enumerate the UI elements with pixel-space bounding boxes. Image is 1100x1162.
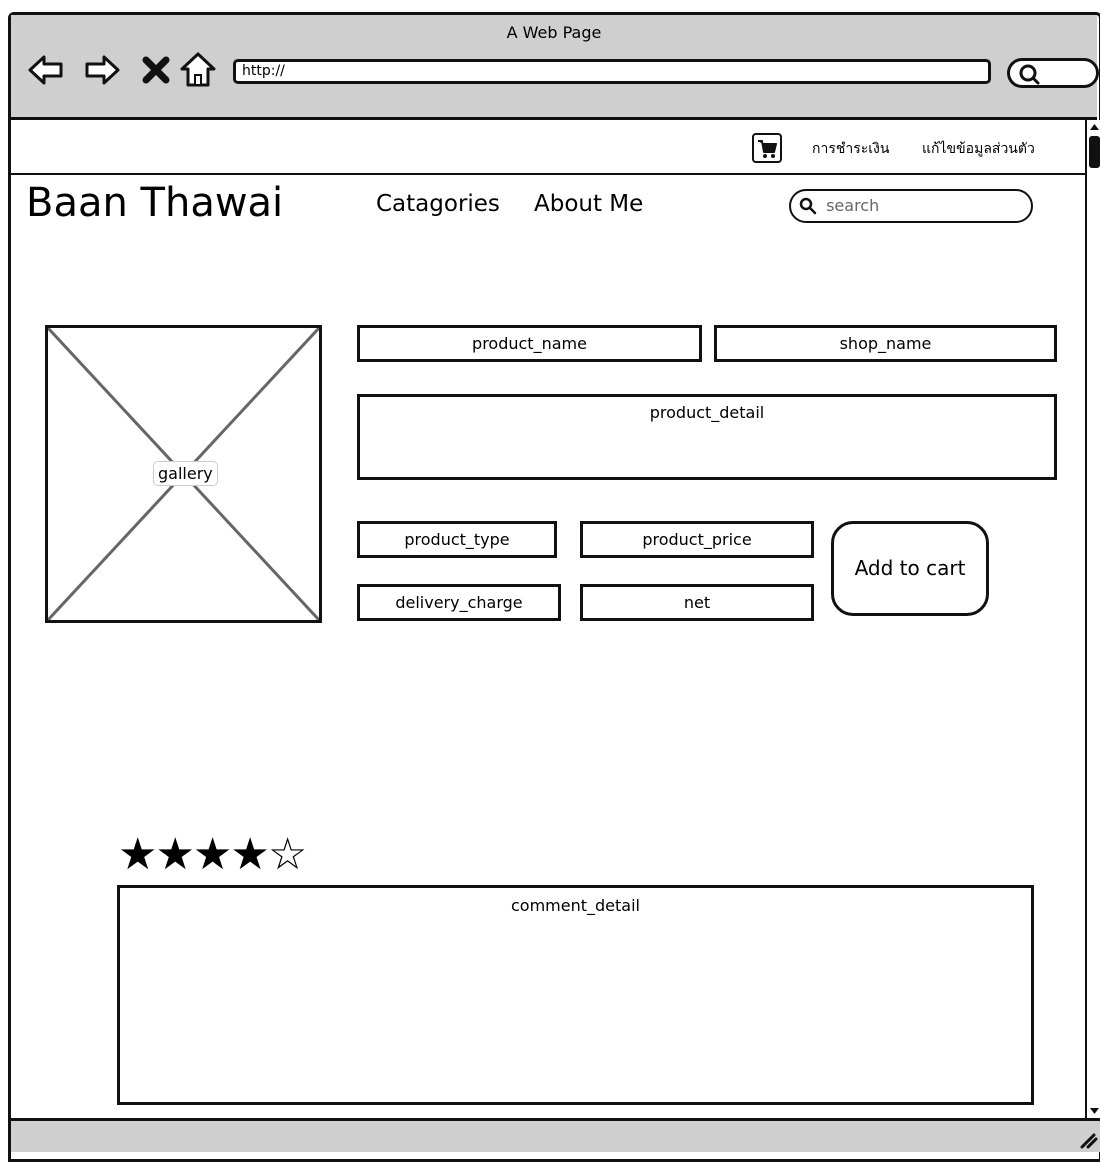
url-input[interactable]: http://: [233, 59, 991, 84]
star-filled-icon[interactable]: ★: [118, 829, 157, 880]
star-filled-icon[interactable]: ★: [230, 829, 269, 880]
forward-arrow-icon[interactable]: [83, 51, 121, 89]
product-detail-field: product_detail: [357, 394, 1057, 480]
product-gallery[interactable]: gallery: [45, 325, 322, 623]
back-arrow-icon[interactable]: [27, 51, 65, 89]
resize-grip-icon[interactable]: [1076, 1127, 1098, 1149]
cart-icon[interactable]: [752, 133, 782, 163]
scroll-down-arrow-icon[interactable]: [1088, 1106, 1100, 1116]
product-price-field: product_price: [580, 521, 814, 558]
vertical-scrollbar[interactable]: [1085, 120, 1100, 1118]
edit-profile-link[interactable]: แก้ไขข้อมูลส่วนตัว: [922, 138, 1035, 160]
product-type-field: product_type: [357, 521, 557, 558]
stop-close-icon[interactable]: [137, 51, 175, 89]
browser-search-button[interactable]: [1007, 58, 1099, 88]
home-icon[interactable]: [179, 51, 217, 89]
product-name-field: product_name: [357, 325, 702, 362]
site-logo[interactable]: Baan Thawai: [26, 180, 283, 226]
star-filled-icon[interactable]: ★: [193, 829, 232, 880]
search-input[interactable]: search: [789, 189, 1033, 223]
nav-about-me[interactable]: About Me: [534, 191, 643, 217]
comment-detail-box: comment_detail: [117, 885, 1034, 1105]
window-title: A Web Page: [506, 23, 602, 42]
net-field: net: [580, 584, 814, 621]
scroll-up-arrow-icon[interactable]: [1088, 122, 1100, 132]
delivery-charge-field: delivery_charge: [357, 584, 561, 621]
scrollbar-thumb[interactable]: [1089, 136, 1100, 168]
star-empty-icon[interactable]: ☆: [268, 829, 307, 880]
add-to-cart-button[interactable]: Add to cart: [831, 521, 989, 616]
status-bar: [11, 1118, 1100, 1152]
shop-name-field: shop_name: [714, 325, 1057, 362]
search-icon: [1019, 64, 1040, 85]
star-filled-icon[interactable]: ★: [155, 829, 194, 880]
search-icon: [799, 197, 817, 214]
gallery-label: gallery: [153, 461, 218, 486]
utility-bar: การชำระเงิน แก้ไขข้อมูลส่วนตัว: [11, 120, 1085, 175]
browser-toolbar: A Web Page http://: [11, 15, 1099, 120]
payment-link[interactable]: การชำระเงิน: [812, 138, 889, 160]
nav-categories[interactable]: Catagories: [376, 191, 500, 217]
search-placeholder: search: [826, 196, 880, 215]
star-rating[interactable]: ★★★★☆: [118, 833, 307, 877]
